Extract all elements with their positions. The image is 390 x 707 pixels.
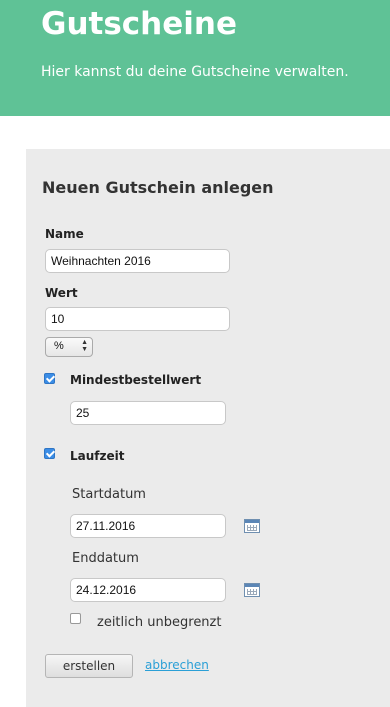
page-header: Gutscheine Hier kannst du deine Gutschei… bbox=[0, 0, 390, 116]
wert-label: Wert bbox=[45, 286, 78, 300]
create-button[interactable]: erstellen bbox=[45, 654, 133, 678]
form-title: Neuen Gutschein anlegen bbox=[42, 178, 274, 197]
unit-select[interactable]: % ▲ ▼ bbox=[45, 337, 93, 357]
startdatum-input[interactable] bbox=[70, 514, 226, 538]
calendar-icon[interactable] bbox=[244, 519, 260, 533]
unbegrenzt-checkbox[interactable] bbox=[70, 613, 81, 624]
page-subtitle: Hier kannst du deine Gutscheine verwalte… bbox=[41, 64, 349, 80]
mindestbestellwert-input[interactable] bbox=[70, 401, 226, 425]
name-label: Name bbox=[45, 227, 84, 241]
wert-input[interactable] bbox=[45, 307, 230, 331]
voucher-form-panel: Neuen Gutschein anlegen Name Wert % ▲▼ M… bbox=[26, 149, 390, 707]
unbegrenzt-label: zeitlich unbegrenzt bbox=[97, 615, 222, 630]
mindestbestellwert-checkbox[interactable] bbox=[44, 373, 55, 384]
laufzeit-checkbox[interactable] bbox=[44, 448, 55, 459]
name-input[interactable] bbox=[45, 249, 230, 273]
enddatum-label: Enddatum bbox=[72, 551, 139, 566]
laufzeit-label: Laufzeit bbox=[70, 449, 125, 463]
page-title: Gutscheine bbox=[41, 6, 237, 42]
enddatum-input[interactable] bbox=[70, 578, 226, 602]
chevron-up-down-icon: ▲ ▼ bbox=[81, 339, 88, 353]
cancel-link[interactable]: abbrechen bbox=[145, 658, 209, 672]
unit-select-value: % bbox=[54, 340, 64, 352]
mindestbestellwert-label: Mindestbestellwert bbox=[70, 373, 202, 387]
startdatum-label: Startdatum bbox=[72, 487, 146, 502]
calendar-icon[interactable] bbox=[244, 583, 260, 597]
